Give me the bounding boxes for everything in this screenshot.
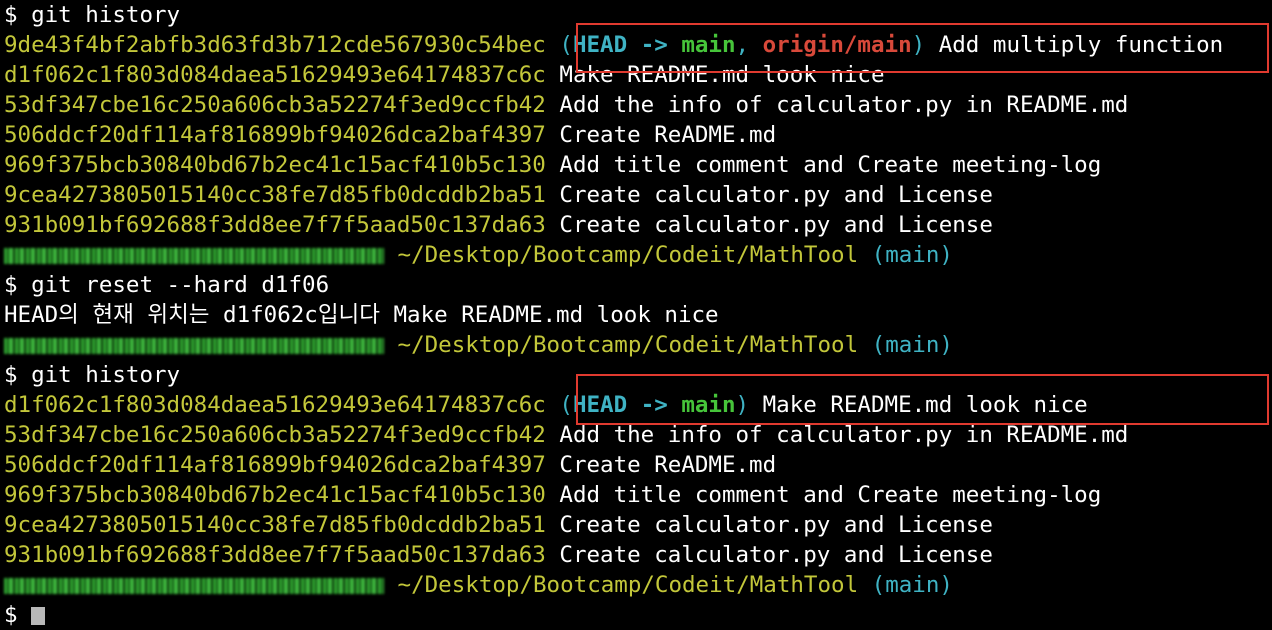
commit-hash: 969f375bcb30840bd67b2ec41c15acf410b5c130 [4,482,546,508]
commit-hash: 506ddcf20df114af816899bf94026dca2baf4397 [4,122,546,148]
commit-message: Add the info of calculator.py in README.… [559,422,1129,448]
prompt-symbol: $ [4,2,18,28]
command-text: git history [31,2,181,28]
commit-message: Create ReADME.md [559,122,777,148]
commit-message: Create calculator.py and License [559,212,993,238]
log-row: 9cea4273805015140cc38fe7d85fb0dcddb2ba51… [4,510,1272,540]
commit-hash: 506ddcf20df114af816899bf94026dca2baf4397 [4,452,546,478]
highlight-box-first-head [576,23,1269,73]
commit-hash: 969f375bcb30840bd67b2ec41c15acf410b5c130 [4,152,546,178]
commit-hash: 9de43f4bf2abfb3d63fd3b712cde567930c54bec [4,32,546,58]
terminal-window[interactable]: $ git history 9de43f4bf2abfb3d63fd3b712c… [4,0,1272,630]
commit-message: Create calculator.py and License [559,182,993,208]
log-row: 969f375bcb30840bd67b2ec41c15acf410b5c130… [4,150,1272,180]
prompt-branch: (main) [871,572,953,598]
log-row: 9cea4273805015140cc38fe7d85fb0dcddb2ba51… [4,180,1272,210]
commit-message: Create calculator.py and License [559,512,993,538]
commit-message: Create ReADME.md [559,452,777,478]
commit-message: Add the info of calculator.py in README.… [559,92,1129,118]
prompt-path: ~/Desktop/Bootcamp/Codeit/MathTool [397,242,859,268]
commit-hash: d1f062c1f803d084daea51629493e64174837c6c [4,62,546,88]
reset-output: HEAD의 현재 위치는 d1f062c입니다 Make README.md l… [4,300,1272,330]
command-text: git history [31,362,181,388]
log-row: 931b091bf692688f3dd8ee7f7f5aad50c137da63… [4,210,1272,240]
prompt-path: ~/Desktop/Bootcamp/Codeit/MathTool [397,572,859,598]
log-row: 506ddcf20df114af816899bf94026dca2baf4397… [4,450,1272,480]
prompt-branch: (main) [871,242,953,268]
highlight-box-second-head [576,374,1269,425]
prompt-branch: (main) [871,332,953,358]
reset-output-text: HEAD의 현재 위치는 d1f062c입니다 Make README.md l… [4,302,719,328]
commit-hash: 53df347cbe16c250a606cb3a52274f3ed9ccfb42 [4,92,546,118]
log-row: 969f375bcb30840bd67b2ec41c15acf410b5c130… [4,480,1272,510]
commit-hash: 9cea4273805015140cc38fe7d85fb0dcddb2ba51 [4,512,546,538]
shell-prompt: ~/Desktop/Bootcamp/Codeit/MathTool (main… [4,570,1272,600]
prompt-symbol: $ [4,362,18,388]
commit-hash: d1f062c1f803d084daea51629493e64174837c6c [4,392,546,418]
command-text: git reset --hard d1f06 [31,272,330,298]
commit-hash: 931b091bf692688f3dd8ee7f7f5aad50c137da63 [4,212,546,238]
prompt-symbol: $ [4,272,18,298]
redacted-username [4,337,384,354]
shell-prompt: ~/Desktop/Bootcamp/Codeit/MathTool (main… [4,330,1272,360]
redacted-username [4,247,384,264]
redacted-username [4,577,384,594]
log-row: 506ddcf20df114af816899bf94026dca2baf4397… [4,120,1272,150]
prompt-symbol: $ [4,602,18,628]
shell-prompt: ~/Desktop/Bootcamp/Codeit/MathTool (main… [4,240,1272,270]
commit-message: Add title comment and Create meeting-log [559,482,1102,508]
prompt-path: ~/Desktop/Bootcamp/Codeit/MathTool [397,332,859,358]
command-line: $ git reset --hard d1f06 [4,270,1272,300]
commit-hash: 53df347cbe16c250a606cb3a52274f3ed9ccfb42 [4,422,546,448]
commit-hash: 931b091bf692688f3dd8ee7f7f5aad50c137da63 [4,542,546,568]
text-cursor [31,606,46,625]
commit-message: Add title comment and Create meeting-log [559,152,1102,178]
log-row: 931b091bf692688f3dd8ee7f7f5aad50c137da63… [4,540,1272,570]
commit-hash: 9cea4273805015140cc38fe7d85fb0dcddb2ba51 [4,182,546,208]
log-row: 53df347cbe16c250a606cb3a52274f3ed9ccfb42… [4,90,1272,120]
commit-message: Create calculator.py and License [559,542,993,568]
active-command-line[interactable]: $ [4,600,1272,630]
